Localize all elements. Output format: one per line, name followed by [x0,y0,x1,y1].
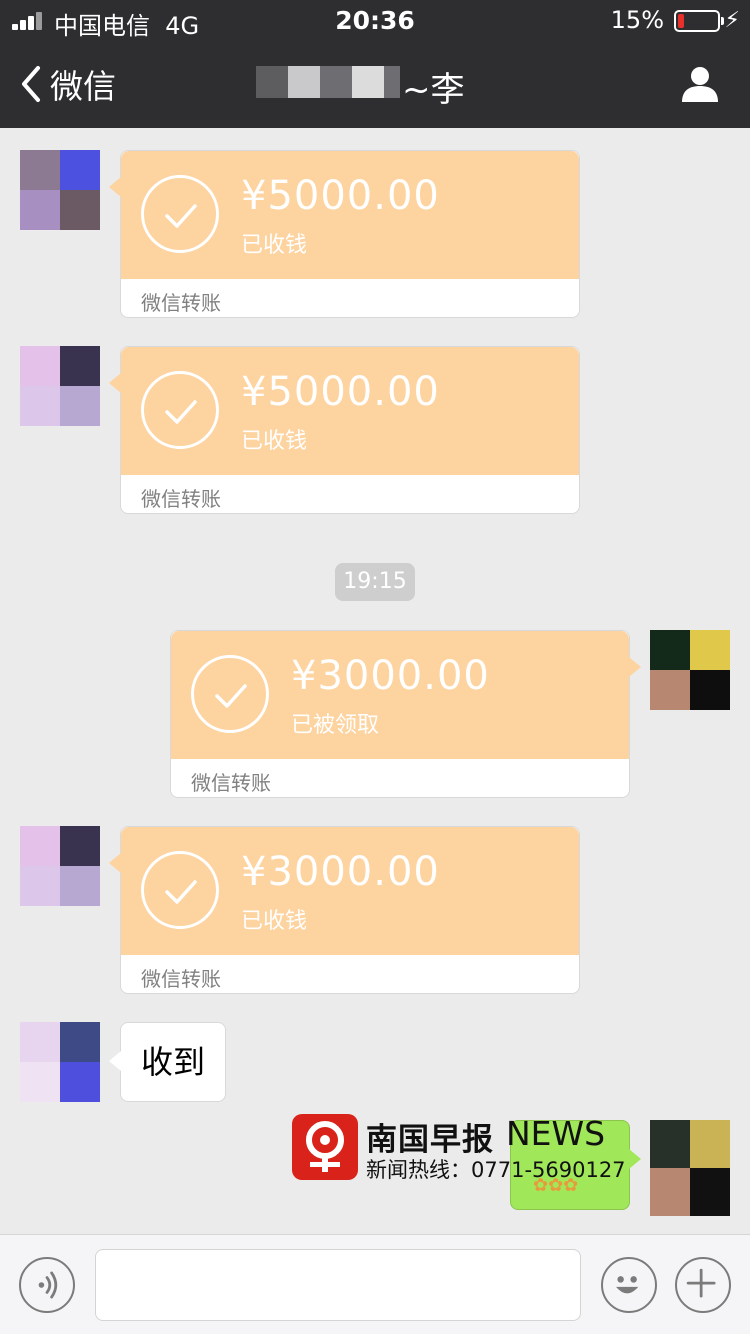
transfer-status: 已收钱 [241,233,308,258]
transfer-footer: 微信转账 [141,967,221,991]
transfer-status: 已收钱 [241,909,308,934]
avatar[interactable] [20,1022,100,1102]
transfer-amount: ¥3000.00 [241,849,440,895]
transfer-card-top: ¥3000.00 已收钱 [121,827,579,955]
transfer-card[interactable]: ¥3000.00 已收钱 微信转账 [109,826,580,994]
input-bar [0,1234,750,1334]
transfer-amount: ¥5000.00 [241,173,440,219]
news-watermark: 南国早报 NEWS 新闻热线：0771-5690127 [292,1114,634,1182]
smiley-icon [616,1276,639,1294]
nav-bar: 微信 ~李 [0,40,750,128]
back-button[interactable]: 微信 [18,62,116,106]
text-message[interactable]: 收到 [108,1022,227,1102]
news-hotline: 新闻热线：0771-5690127 [366,1158,626,1182]
check-circle-icon [141,371,219,449]
status-bar: 中国电信 4G 20:36 15% ⚡ [0,0,750,40]
message-input[interactable] [95,1249,581,1321]
blurred-name [352,66,384,98]
top-bar: 中国电信 4G 20:36 15% ⚡ 微信 ~李 [0,0,750,128]
transfer-card-top: ¥5000.00 已收钱 [121,347,579,475]
check-circle-icon [191,655,269,733]
transfer-card-top: ¥5000.00 已收钱 [121,151,579,279]
battery-percent: 15% [610,6,664,34]
blurred-name [256,66,292,98]
blurred-name [288,66,320,98]
chat-title: ~李 [250,60,510,110]
avatar[interactable] [20,346,100,426]
timestamp-chip: 19:15 [335,563,415,601]
transfer-footer: 微信转账 [141,291,221,315]
more-button[interactable] [675,1257,731,1313]
transfer-amount: ¥3000.00 [291,653,490,699]
transfer-amount: ¥5000.00 [241,369,440,415]
blurred-name [384,66,400,98]
avatar[interactable] [650,1120,730,1216]
chevron-left-icon [22,66,40,102]
avatar[interactable] [20,150,100,230]
transfer-footer: 微信转账 [191,771,271,795]
transfer-card[interactable]: ¥5000.00 已收钱 微信转账 [109,150,580,318]
voice-button[interactable] [19,1257,75,1313]
back-label: 微信 [50,67,116,106]
news-brand: NEWS [506,1114,606,1153]
avatar[interactable] [20,826,100,906]
blurred-name [320,66,352,98]
plus-icon [686,1268,716,1298]
news-logo [292,1114,358,1180]
emoji-button[interactable] [601,1257,657,1313]
transfer-footer: 微信转账 [141,487,221,511]
voice-icon [38,1271,58,1299]
charging-icon: ⚡ [724,8,740,33]
avatar[interactable] [650,630,730,710]
transfer-card[interactable]: ¥3000.00 已被领取 微信转账 [170,630,641,798]
person-icon[interactable] [680,64,720,104]
transfer-status: 已被领取 [291,713,380,738]
check-circle-icon [141,175,219,253]
transfer-status: 已收钱 [241,429,308,454]
chat-title-text: ~李 [402,70,465,110]
transfer-card[interactable]: ¥5000.00 已收钱 微信转账 [109,346,580,514]
battery-icon [674,10,724,32]
news-name: 南国早报 [366,1122,494,1158]
check-circle-icon [141,851,219,929]
transfer-card-top: ¥3000.00 已被领取 [171,631,629,759]
